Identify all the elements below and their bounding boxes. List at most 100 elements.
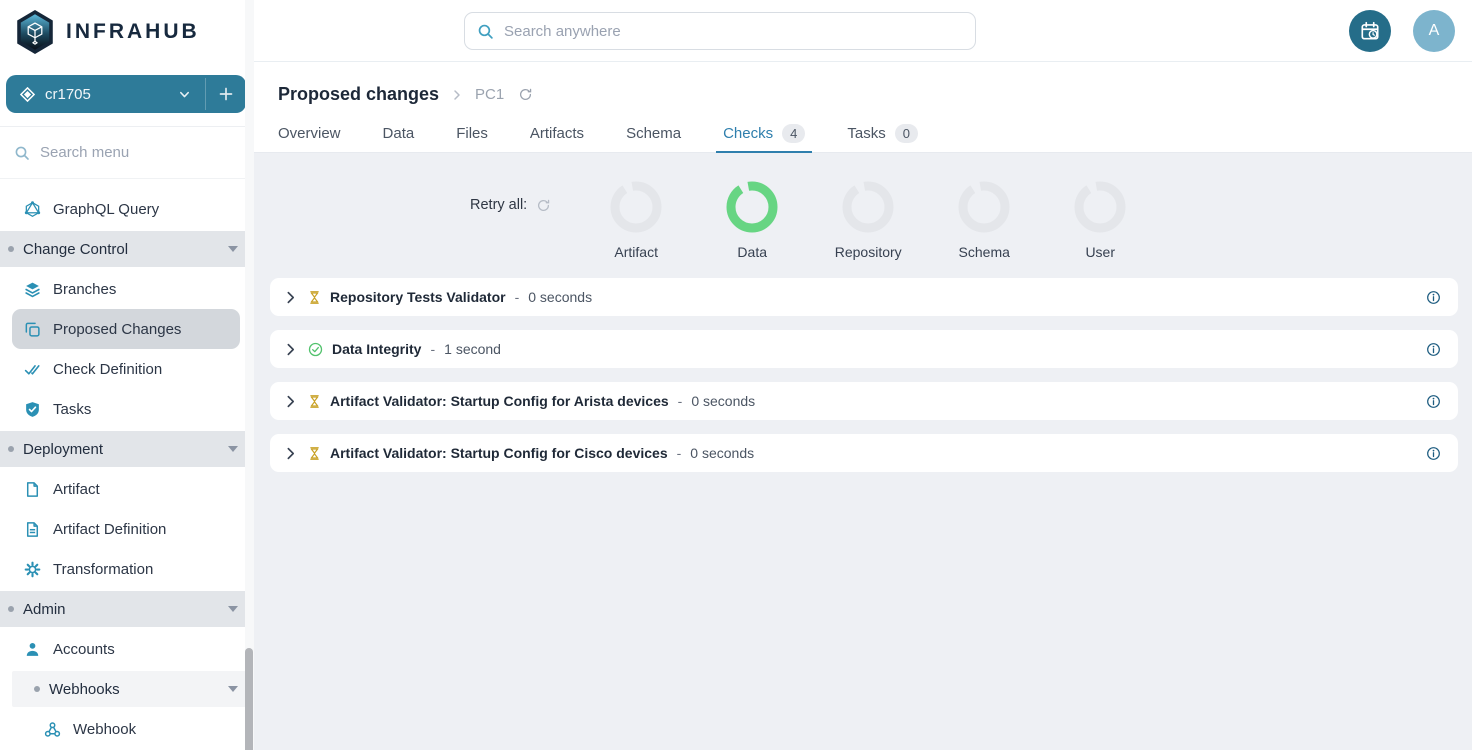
breadcrumb-current: PC1 bbox=[475, 86, 504, 103]
expand-chevron-icon[interactable] bbox=[282, 393, 299, 410]
infrahub-logo[interactable]: INFRAHUB bbox=[0, 0, 254, 63]
sidebar-item-webhook[interactable]: Webhook bbox=[0, 709, 254, 749]
expand-chevron-icon[interactable] bbox=[282, 341, 299, 358]
sidebar-item-label: Tasks bbox=[53, 401, 91, 418]
graphql-icon bbox=[24, 201, 41, 218]
check-duration: 1 second bbox=[444, 341, 501, 357]
sidebar-section-deployment[interactable]: Deployment bbox=[0, 431, 254, 467]
sidebar-item-label: Webhook bbox=[73, 721, 136, 738]
tab-overview[interactable]: Overview bbox=[271, 115, 348, 152]
tab-artifacts[interactable]: Artifacts bbox=[523, 115, 591, 152]
artifact-file-icon bbox=[24, 481, 41, 498]
section-collapse-icon bbox=[228, 246, 238, 252]
validator-rings: Artifact Data Repository Schema bbox=[591, 181, 1145, 260]
add-branch-button[interactable] bbox=[205, 78, 246, 110]
section-label: Admin bbox=[23, 601, 66, 618]
sidebar-item-branches[interactable]: Branches bbox=[0, 269, 254, 309]
global-search-input[interactable] bbox=[504, 23, 963, 40]
info-icon[interactable] bbox=[1424, 340, 1443, 359]
separator: - bbox=[430, 341, 435, 357]
sidebar: INFRAHUB cr1705 bbox=[0, 0, 254, 750]
tab-label: Files bbox=[456, 125, 488, 142]
retry-all-refresh-icon[interactable] bbox=[536, 198, 551, 213]
expand-chevron-icon[interactable] bbox=[282, 289, 299, 306]
check-list: Repository Tests Validator - 0 seconds bbox=[270, 278, 1458, 472]
tab-label: Artifacts bbox=[530, 125, 584, 142]
tab-data[interactable]: Data bbox=[376, 115, 422, 152]
separator: - bbox=[677, 445, 682, 461]
check-row-artifact-cisco[interactable]: Artifact Validator: Startup Config for C… bbox=[270, 434, 1458, 472]
branch-chevron-down-icon[interactable] bbox=[164, 82, 205, 107]
branch-selector[interactable]: cr1705 bbox=[6, 75, 246, 113]
sidebar-item-accounts[interactable]: Accounts bbox=[0, 629, 254, 669]
validator-label: Repository bbox=[835, 244, 902, 260]
branch-name: cr1705 bbox=[45, 86, 91, 103]
chevron-right-icon bbox=[451, 89, 463, 101]
validator-schema[interactable]: Schema bbox=[939, 181, 1029, 260]
tab-checks[interactable]: Checks 4 bbox=[716, 115, 812, 152]
sidebar-scrollbar-thumb[interactable] bbox=[245, 648, 253, 750]
sidebar-section-admin[interactable]: Admin bbox=[0, 591, 254, 627]
pending-hourglass-icon bbox=[308, 446, 321, 461]
pending-hourglass-icon bbox=[308, 394, 321, 409]
sidebar-item-check-definition[interactable]: Check Definition bbox=[0, 349, 254, 389]
validator-repository[interactable]: Repository bbox=[823, 181, 913, 260]
separator: - bbox=[678, 393, 683, 409]
sidebar-search[interactable] bbox=[0, 127, 254, 179]
transformation-gear-icon bbox=[24, 561, 41, 578]
tab-count-badge: 0 bbox=[895, 124, 918, 143]
top-bar: A bbox=[254, 0, 1472, 62]
tab-label: Overview bbox=[278, 125, 341, 142]
sidebar-item-label: Transformation bbox=[53, 561, 153, 578]
sidebar-item-transformation[interactable]: Transformation bbox=[0, 549, 254, 589]
sidebar-search-input[interactable] bbox=[40, 144, 210, 161]
section-dot bbox=[8, 606, 14, 612]
accounts-person-icon bbox=[24, 641, 41, 658]
validator-user[interactable]: User bbox=[1055, 181, 1145, 260]
separator: - bbox=[515, 289, 520, 305]
check-definition-icon bbox=[24, 361, 41, 378]
sidebar-section-change-control[interactable]: Change Control bbox=[0, 231, 254, 267]
info-icon[interactable] bbox=[1424, 288, 1443, 307]
main-area: A Proposed changes PC1 Overview Data Fil… bbox=[254, 0, 1472, 750]
expand-chevron-icon[interactable] bbox=[282, 445, 299, 462]
check-duration: 0 seconds bbox=[690, 445, 754, 461]
section-dot bbox=[8, 246, 14, 252]
sidebar-item-label: Accounts bbox=[53, 641, 115, 658]
breadcrumb-section[interactable]: Proposed changes bbox=[278, 84, 439, 105]
section-label: Webhooks bbox=[49, 681, 120, 698]
sidebar-subsection-webhooks[interactable]: Webhooks bbox=[12, 671, 254, 707]
sidebar-item-tasks[interactable]: Tasks bbox=[0, 389, 254, 429]
refresh-icon[interactable] bbox=[518, 87, 533, 102]
check-row-repository-tests[interactable]: Repository Tests Validator - 0 seconds bbox=[270, 278, 1458, 316]
sidebar-item-proposed-changes[interactable]: Proposed Changes bbox=[12, 309, 240, 349]
progress-ring-idle bbox=[610, 181, 662, 233]
sidebar-nav: GraphQL Query Change Control Branches Pr… bbox=[0, 179, 254, 749]
sidebar-item-artifact-definition[interactable]: Artifact Definition bbox=[0, 509, 254, 549]
sidebar-item-graphql-query[interactable]: GraphQL Query bbox=[0, 189, 254, 229]
sidebar-item-artifact[interactable]: Artifact bbox=[0, 469, 254, 509]
global-search[interactable] bbox=[464, 12, 976, 50]
branch-icon bbox=[20, 87, 35, 102]
sidebar-item-label: Branches bbox=[53, 281, 116, 298]
info-icon[interactable] bbox=[1424, 392, 1443, 411]
user-avatar[interactable]: A bbox=[1413, 10, 1455, 52]
check-row-artifact-arista[interactable]: Artifact Validator: Startup Config for A… bbox=[270, 382, 1458, 420]
branches-icon bbox=[24, 281, 41, 298]
validator-data[interactable]: Data bbox=[707, 181, 797, 260]
info-icon[interactable] bbox=[1424, 444, 1443, 463]
validators-summary: Retry all: Artifact Data bbox=[254, 153, 1472, 260]
retry-all-label: Retry all: bbox=[470, 197, 527, 213]
tab-files[interactable]: Files bbox=[449, 115, 495, 152]
validator-artifact[interactable]: Artifact bbox=[591, 181, 681, 260]
check-row-data-integrity[interactable]: Data Integrity - 1 second bbox=[270, 330, 1458, 368]
section-dot bbox=[8, 446, 14, 452]
section-label: Deployment bbox=[23, 441, 103, 458]
retry-all: Retry all: bbox=[470, 197, 551, 213]
tab-tasks[interactable]: Tasks 0 bbox=[840, 115, 925, 152]
schedule-button[interactable] bbox=[1349, 10, 1391, 52]
progress-ring-idle bbox=[958, 181, 1010, 233]
sidebar-item-label: GraphQL Query bbox=[53, 201, 159, 218]
infrahub-hexagon-icon bbox=[14, 9, 56, 55]
tab-schema[interactable]: Schema bbox=[619, 115, 688, 152]
